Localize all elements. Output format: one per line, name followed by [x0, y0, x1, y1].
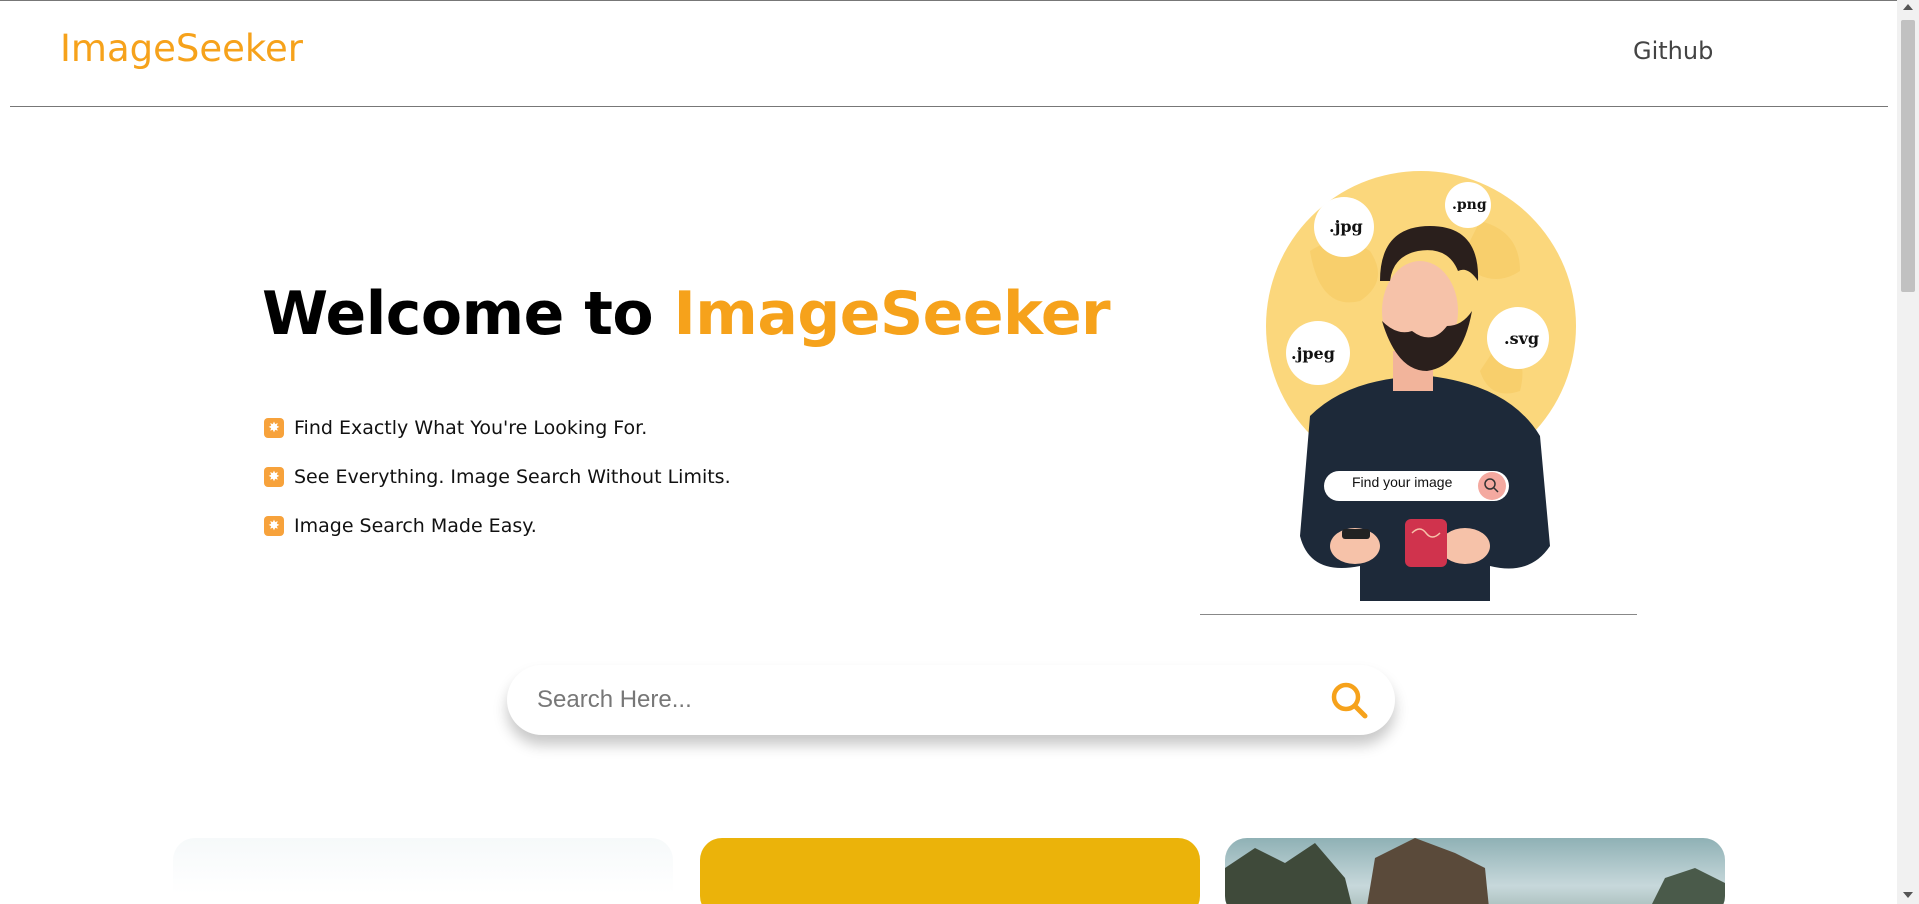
search-bar: [507, 665, 1395, 735]
image-card[interactable]: [1225, 838, 1725, 904]
illu-tag-png: .png: [1452, 197, 1487, 213]
brand-logo[interactable]: ImageSeeker: [60, 27, 303, 70]
feature-text: Image Search Made Easy.: [294, 514, 537, 537]
image-card[interactable]: [700, 838, 1200, 904]
sparkle-icon: ✸: [264, 466, 284, 487]
search-icon: [1331, 682, 1368, 719]
hero-title: Welcome to ImageSeeker: [262, 279, 1111, 349]
scroll-up-arrow-icon[interactable]: [1903, 4, 1913, 10]
image-card[interactable]: [173, 838, 673, 904]
feature-text: See Everything. Image Search Without Lim…: [294, 465, 731, 488]
illu-tag-svg: .svg: [1504, 329, 1540, 348]
hero-illustration: .jpg .png .jpeg .svg Find your image: [1200, 161, 1640, 601]
feature-item: ✸ See Everything. Image Search Without Li…: [264, 452, 731, 501]
search-input[interactable]: [537, 665, 1297, 735]
page-scrollbar[interactable]: [1897, 0, 1919, 904]
feature-item: ✸ Find Exactly What You're Looking For.: [264, 403, 731, 452]
scroll-down-arrow-icon[interactable]: [1903, 892, 1913, 898]
feature-list: ✸ Find Exactly What You're Looking For. ✸…: [264, 403, 731, 550]
illu-tag-jpeg: .jpeg: [1291, 344, 1335, 363]
image-card-photo: [1225, 838, 1725, 904]
hero-title-prefix: Welcome to: [262, 279, 654, 349]
illu-tag-jpg: .jpg: [1329, 217, 1363, 236]
scrollbar-thumb[interactable]: [1901, 20, 1915, 292]
man-with-search-illustration: [1266, 171, 1576, 601]
navbar: ImageSeeker Github: [10, 1, 1888, 107]
sparkle-icon: ✸: [264, 515, 284, 536]
github-link[interactable]: Github: [1633, 37, 1713, 65]
sparkle-icon: ✸: [264, 417, 284, 438]
page: ImageSeeker Github Welcome to ImageSeeke…: [0, 0, 1897, 904]
search-button[interactable]: [1327, 678, 1373, 724]
hero-title-accent: ImageSeeker: [673, 279, 1111, 349]
feature-item: ✸ Image Search Made Easy.: [264, 501, 731, 550]
illu-search-label: Find your image: [1352, 474, 1453, 490]
feature-text: Find Exactly What You're Looking For.: [294, 416, 648, 439]
illustration-divider: [1200, 614, 1637, 615]
